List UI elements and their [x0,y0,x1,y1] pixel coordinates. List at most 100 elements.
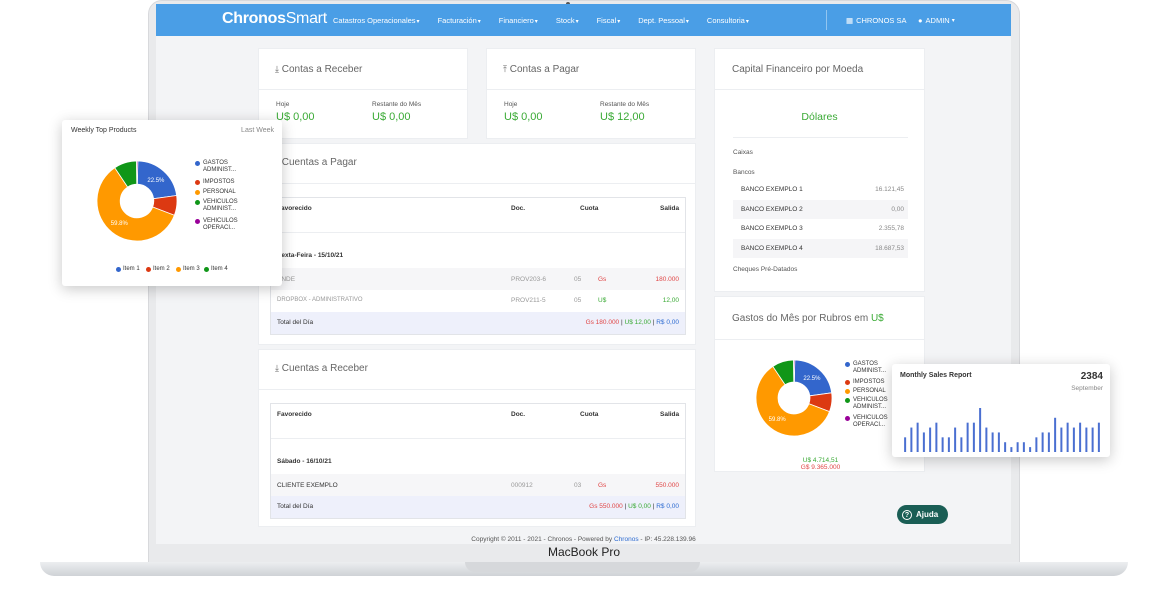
col-cuota: Cuota [580,411,599,418]
legend-dot [176,267,181,272]
table-row[interactable]: DROPBOX - ADMINISTRATIVO PROV211-5 05 U$… [271,290,685,312]
sales-bar[interactable] [991,432,994,452]
stage: MacBook Pro ChronosSmart Catastros Opera… [0,0,1175,594]
legend-label: VEHICULOS OPERACI... [203,218,238,231]
sales-bar[interactable] [966,422,969,452]
sales-bar[interactable] [1022,442,1025,452]
footer-link[interactable]: Chronos [614,536,639,543]
sales-bar[interactable] [1072,427,1075,452]
menu-dept-pessoal[interactable]: Dept. Pessoal▾ [638,16,689,25]
sales-bar[interactable] [979,408,982,452]
bank-value: 0,00 [891,206,904,213]
legend-dot [845,362,850,367]
sales-bar[interactable] [1079,422,1082,452]
sales-bar[interactable] [922,432,925,452]
card-divider [715,89,924,90]
sales-bar[interactable] [910,427,913,452]
restante-label: Restante do Mês [600,101,650,108]
sales-bar[interactable] [985,427,988,452]
cell-amount: 550.000 [655,482,680,489]
total-rs: R$ 0,00 [656,319,679,326]
cell-cuota: 05 [574,276,582,283]
sales-bar[interactable] [1035,437,1038,452]
sales-bar[interactable] [997,432,1000,452]
card-divider [715,339,924,340]
bank-row: BANCO EXEMPLO 2 0,00 [733,200,908,219]
col-favorecido: Favorecido [277,205,312,212]
sales-bar[interactable] [904,437,907,452]
cell-favorecido: CLIENTE EXEMPLO [277,482,338,489]
cell-cuota: 03 [574,482,582,489]
menu-catastros[interactable]: Catastros Operacionales▾ [333,16,420,25]
table-row[interactable]: ANDE PROV203-6 05 Gs 180.000 [271,268,685,290]
sales-bar[interactable] [954,427,957,452]
legend-label: Item 2 [153,266,170,272]
card-title-text: Contas a Pagar [509,64,580,75]
sales-bar[interactable] [929,427,932,452]
sales-bar[interactable] [1004,442,1007,452]
capital-financeiro-card: Capital Financeiro por Moeda Dólares Cai… [714,48,925,292]
legend-label: IMPOSTOS [853,379,885,385]
company-selector[interactable]: ▦ CHRONOS SA [846,4,907,36]
legend-dot [845,389,850,394]
cuentas-receber-title: ⤓ Cuentas a Receber [275,363,368,374]
menu-financiero[interactable]: Financiero▾ [499,16,538,25]
sales-bar[interactable] [947,437,950,452]
total-values: Gs 550.000 | U$ 0,00 | R$ 0,00 [589,503,679,510]
sales-bar[interactable] [916,422,919,452]
col-favorecido: Favorecido [277,411,312,418]
sales-bar[interactable] [1010,447,1013,452]
sales-bar[interactable] [1085,427,1088,452]
caret-down-icon: ▾ [685,18,689,25]
menu-label: Catastros Operacionales [333,15,416,25]
caret-down-icon: ▾ [951,17,955,24]
bank-name: BANCO EXEMPLO 1 [741,186,803,193]
table-row[interactable]: CLIENTE EXEMPLO 000912 03 Gs 550.000 [271,474,685,496]
col-salida: Salida [660,411,680,418]
menu-consultoria[interactable]: Consultoria▾ [707,16,749,25]
cell-currency: U$ [598,297,607,304]
menu-facturacion[interactable]: Facturación▾ [438,16,481,25]
user-menu[interactable]: ● ADMIN ▾ [918,4,955,36]
cell-doc: PROV203-6 [511,276,547,283]
bank-name: BANCO EXEMPLO 2 [741,206,803,213]
sales-bar[interactable] [1091,427,1094,452]
menu-label: Fiscal [596,15,617,25]
gastos-total-us: U$ 4.714,51 [802,457,839,464]
gastos-totals: U$ 4.714,51 G$ 9.365.000 [715,457,926,471]
sales-bar[interactable] [1016,442,1019,452]
pie-slice[interactable] [136,160,139,185]
restante-label: Restante do Mês [372,101,422,108]
menu-fiscal[interactable]: Fiscal▾ [597,16,621,25]
help-button[interactable]: ? Ajuda [897,505,948,524]
caret-down-icon: ▾ [477,18,481,25]
sales-bar[interactable] [941,437,944,452]
sales-bar[interactable] [1047,432,1050,452]
sales-bar[interactable] [960,437,963,452]
sales-bar[interactable] [972,422,975,452]
user-icon: ● [918,15,923,25]
laptop-notch [465,562,700,572]
card-divider [487,89,695,90]
cuentas-pagar-title: ⤒ Cuentas a Pagar [275,157,357,168]
company-name: CHRONOS SA [856,15,907,25]
sales-bar[interactable] [1060,427,1063,452]
table-divider [271,438,685,439]
sales-bar[interactable] [1041,432,1044,452]
gastos-title-currency: U$ [870,313,884,324]
sales-bar[interactable] [935,422,938,452]
sales-bar[interactable] [1066,422,1069,452]
menu-stock[interactable]: Stock▾ [556,16,579,25]
brand-light: Smart [285,10,327,27]
legend-label: VEHICULOS ADMINIST... [203,199,238,212]
widget-title: Weekly Top Products [71,127,137,134]
pie-slice[interactable] [793,359,796,383]
widget-period[interactable]: Last Week [241,127,274,134]
caret-down-icon: ▾ [534,18,538,25]
sales-bar[interactable] [1097,422,1100,452]
sales-bar[interactable] [1054,417,1057,452]
cell-currency: Gs [598,482,607,489]
sales-bar[interactable] [1029,447,1032,452]
brand-logo[interactable]: ChronosSmart [222,10,327,28]
col-doc: Doc. [511,411,526,418]
